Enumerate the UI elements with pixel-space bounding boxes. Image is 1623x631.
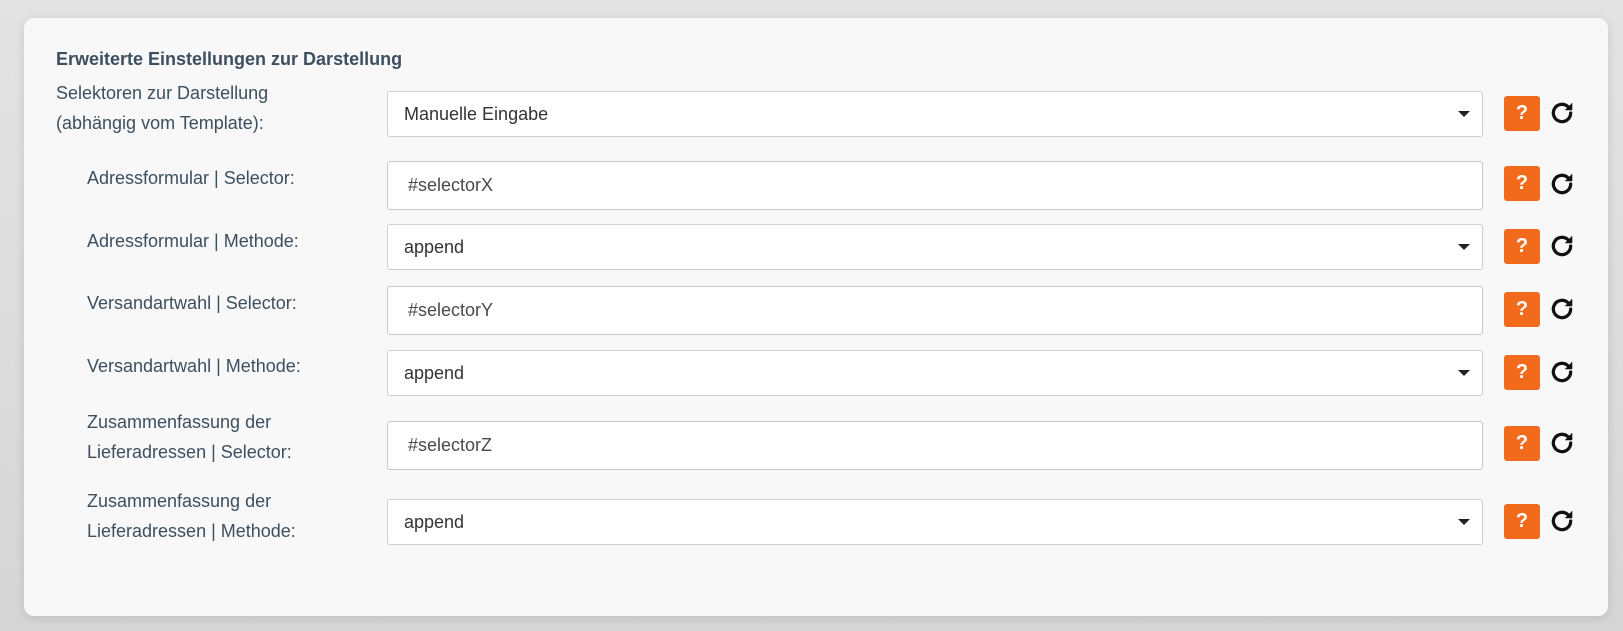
row-label: Selektoren zur Darstellung (abhängig vom…: [56, 78, 268, 138]
select-value: append: [404, 236, 465, 257]
help-button[interactable]: ?: [1504, 229, 1540, 264]
reset-button[interactable]: [1547, 231, 1577, 261]
select-value: Manuelle Eingabe: [404, 103, 549, 124]
select-value: append: [404, 362, 465, 383]
chevron-down-icon: [1458, 519, 1470, 525]
input-value: #selectorY: [408, 300, 494, 320]
input-value: #selectorZ: [408, 435, 493, 455]
section-title: Erweiterte Einstellungen zur Darstellung: [56, 49, 403, 69]
question-icon: ?: [1515, 172, 1529, 194]
row-label-line: Selektoren zur Darstellung: [56, 83, 269, 103]
row-label: Zusammenfassung der Lieferadressen | Sel…: [87, 407, 292, 467]
summary-selector-input[interactable]: #selectorZ: [387, 421, 1483, 470]
row-label-line: Zusammenfassung der: [87, 491, 272, 511]
row-label-line: Lieferadressen | Methode:: [87, 521, 296, 541]
reset-button[interactable]: [1547, 357, 1577, 387]
help-button[interactable]: ?: [1504, 426, 1540, 461]
reset-icon: [1551, 102, 1573, 124]
row-label-line: Zusammenfassung der: [87, 412, 272, 432]
row-label: Adressformular | Methode:: [87, 226, 299, 256]
reset-icon: [1551, 235, 1573, 257]
settings-card: Erweiterte Einstellungen zur Darstellung…: [24, 18, 1608, 616]
row-label-line: Adressformular | Methode:: [87, 231, 299, 251]
question-icon: ?: [1515, 102, 1529, 124]
help-button[interactable]: ?: [1504, 292, 1540, 327]
chevron-down-icon: [1458, 244, 1470, 250]
row-label: Adressformular | Selector:: [87, 163, 295, 193]
selectors-mode-select[interactable]: Manuelle Eingabe: [387, 91, 1483, 137]
reset-icon: [1551, 173, 1573, 195]
chevron-down-icon: [1458, 370, 1470, 376]
question-icon: ?: [1515, 235, 1529, 257]
row-label: Zusammenfassung der Lieferadressen | Met…: [87, 486, 296, 546]
question-icon: ?: [1515, 298, 1529, 320]
reset-icon: [1551, 298, 1573, 320]
reset-button[interactable]: [1547, 169, 1577, 199]
reset-icon: [1551, 510, 1573, 532]
help-button[interactable]: ?: [1504, 504, 1540, 539]
reset-button[interactable]: [1547, 428, 1577, 458]
address-method-select[interactable]: append: [387, 224, 1483, 270]
help-button[interactable]: ?: [1504, 355, 1540, 390]
reset-button[interactable]: [1547, 98, 1577, 128]
row-label-line: Versandartwahl | Selector:: [87, 293, 297, 313]
reset-icon: [1551, 432, 1573, 454]
input-value: #selectorX: [408, 175, 494, 195]
reset-button[interactable]: [1547, 294, 1577, 324]
row-label: Versandartwahl | Methode:: [87, 351, 301, 381]
shipping-selector-input[interactable]: #selectorY: [387, 286, 1483, 335]
help-button[interactable]: ?: [1504, 96, 1540, 131]
chevron-down-icon: [1458, 111, 1470, 117]
summary-method-select[interactable]: append: [387, 499, 1483, 545]
address-selector-input[interactable]: #selectorX: [387, 161, 1483, 210]
question-icon: ?: [1515, 510, 1529, 532]
help-button[interactable]: ?: [1504, 166, 1540, 201]
row-label-line: (abhängig vom Template):: [56, 113, 264, 133]
reset-button[interactable]: [1547, 506, 1577, 536]
row-label-line: Adressformular | Selector:: [87, 168, 295, 188]
row-label: Versandartwahl | Selector:: [87, 288, 297, 318]
row-label-line: Lieferadressen | Selector:: [87, 442, 292, 462]
shipping-method-select[interactable]: append: [387, 350, 1483, 396]
select-value: append: [404, 511, 465, 532]
row-label-line: Versandartwahl | Methode:: [87, 356, 301, 376]
question-icon: ?: [1515, 432, 1529, 454]
question-icon: ?: [1515, 361, 1529, 383]
reset-icon: [1551, 361, 1573, 383]
